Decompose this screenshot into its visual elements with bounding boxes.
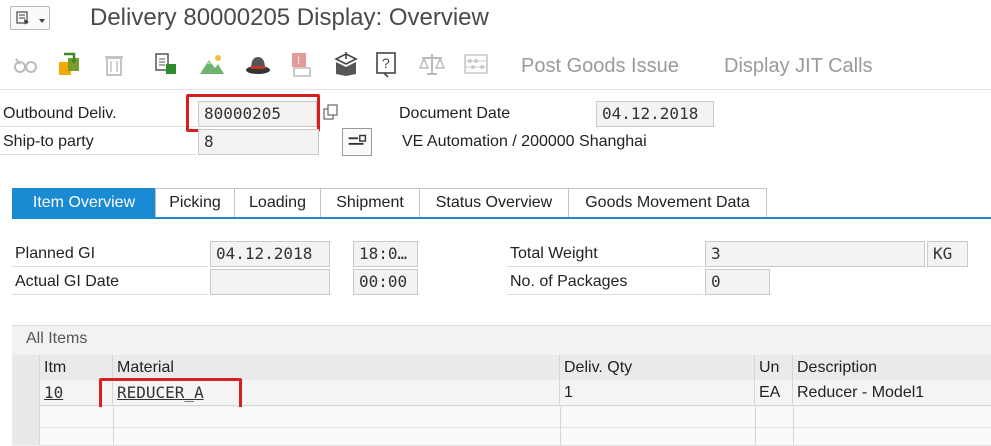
actual-gi-date-label: Actual GI Date (12, 269, 208, 295)
items-section-title: All Items (26, 330, 88, 347)
application-toolbar: ! ? Post Goods Issue Display JIT Calls (0, 40, 991, 88)
planned-gi-label: Planned GI (12, 241, 208, 267)
glasses-icon[interactable] (12, 50, 40, 78)
outbound-delivery-label: Outbound Deliv. (0, 101, 196, 127)
tab-item-overview[interactable]: Item Overview (12, 188, 156, 218)
column-header-deliv-qty[interactable]: Deliv. Qty (560, 355, 755, 380)
chevron-down-icon (39, 19, 45, 23)
tab-strip-underline (12, 217, 991, 219)
hat-icon[interactable] (244, 50, 272, 78)
column-header-material[interactable]: Material (113, 355, 560, 380)
svg-text:!: ! (297, 55, 300, 67)
unit-cell[interactable]: EA (755, 380, 793, 406)
table-row[interactable] (40, 407, 991, 428)
address-detail-icon (348, 134, 367, 145)
total-weight-field[interactable]: 3 (705, 241, 925, 267)
packages-label: No. of Packages (507, 269, 703, 295)
tab-shipment[interactable]: Shipment (320, 188, 420, 218)
column-divider (560, 407, 561, 445)
package-icon[interactable] (332, 50, 360, 78)
column-divider (793, 407, 794, 445)
highlight-frame-delivery (186, 94, 320, 132)
column-divider (113, 407, 114, 445)
weight-unit-field[interactable]: KG (927, 241, 968, 267)
document-date-label: Document Date (399, 105, 511, 122)
tab-goods-movement-data[interactable]: Goods Movement Data (568, 188, 767, 218)
display-jit-calls-button[interactable]: Display JIT Calls (724, 55, 873, 78)
mountain-image-icon[interactable] (198, 50, 226, 78)
switch-display-icon[interactable] (56, 50, 84, 78)
ship-to-party-name: VE Automation / 200000 Shanghai (402, 133, 647, 150)
trash-icon[interactable] (100, 50, 128, 78)
row-selector-column[interactable] (12, 355, 40, 445)
post-goods-issue-button[interactable]: Post Goods Issue (521, 55, 679, 78)
svg-text:?: ? (382, 55, 390, 71)
description-cell[interactable]: Reducer - Model1 (793, 380, 991, 406)
tab-picking[interactable]: Picking (155, 188, 235, 218)
ship-to-details-button[interactable] (342, 128, 372, 156)
toolbar-divider (0, 89, 991, 90)
page-title: Delivery 80000205 Display: Overview (90, 4, 489, 31)
delivery-qty-cell[interactable]: 1 (560, 380, 755, 406)
total-weight-label: Total Weight (507, 241, 703, 267)
column-header-description[interactable]: Description (793, 355, 991, 380)
system-menu-button[interactable] (10, 6, 50, 30)
actual-gi-time-field[interactable]: 00:00 (353, 269, 418, 295)
abacus-icon[interactable] (462, 50, 490, 78)
document-date-field[interactable]: 04.12.2018 (596, 101, 714, 127)
menu-icon (16, 11, 29, 25)
column-header-unit[interactable]: Un (755, 355, 793, 380)
column-divider (755, 407, 756, 445)
ship-to-party-label: Ship-to party (0, 129, 196, 155)
ship-to-party-field[interactable]: 8 (198, 129, 319, 155)
help-doc-icon[interactable]: ? (374, 50, 402, 78)
copy-icon[interactable] (152, 50, 180, 78)
packages-field[interactable]: 0 (705, 269, 770, 295)
planned-gi-time-field[interactable]: 18:0… (353, 241, 418, 267)
planned-gi-date-field[interactable]: 04.12.2018 (210, 241, 330, 267)
tab-status-overview[interactable]: Status Overview (419, 188, 569, 218)
scale-icon[interactable] (418, 50, 446, 78)
column-header-itm[interactable]: Itm (40, 355, 113, 380)
tab-loading[interactable]: Loading (234, 188, 321, 218)
copy-icon[interactable] (323, 104, 339, 120)
flag-doc-icon[interactable]: ! (288, 50, 316, 78)
actual-gi-date-field[interactable] (210, 269, 330, 295)
highlight-frame-material (99, 378, 242, 410)
table-row[interactable] (40, 428, 991, 446)
